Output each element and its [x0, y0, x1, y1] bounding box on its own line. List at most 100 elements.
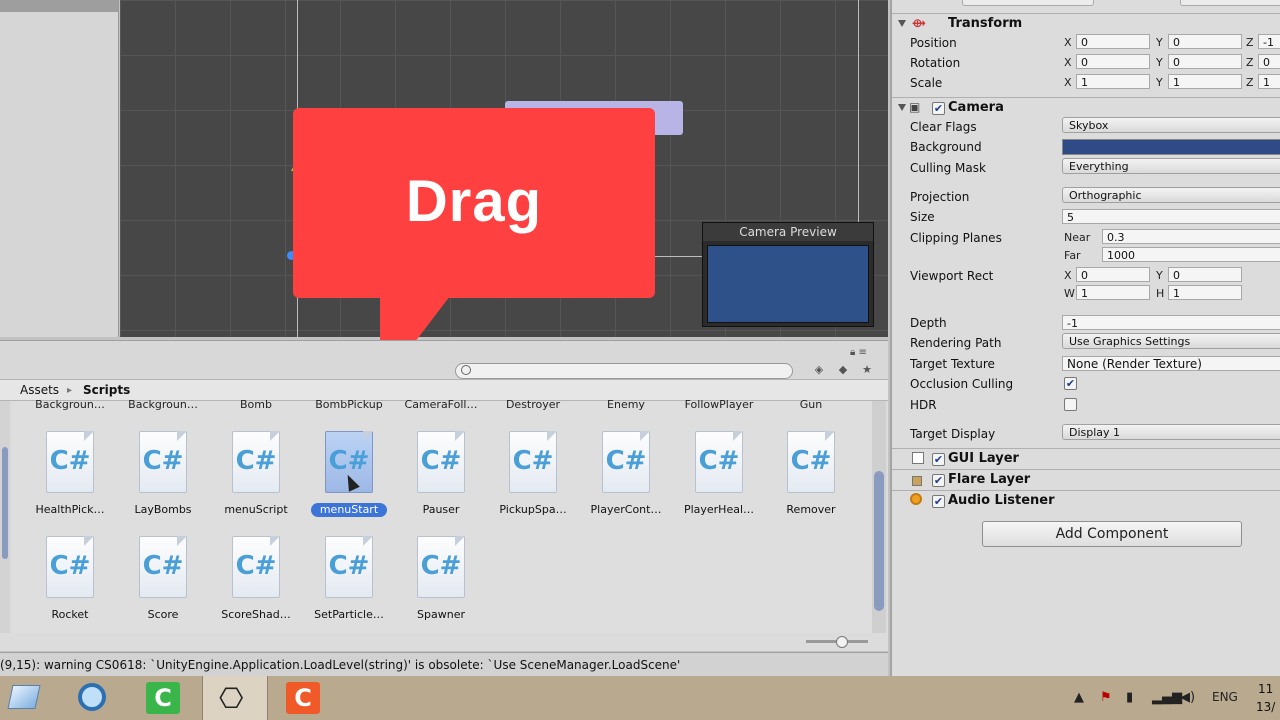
filter-by-type-icon[interactable]: ◈ — [810, 363, 828, 379]
gui-layer-checkbox[interactable]: ✔ — [932, 453, 945, 466]
tag-dropdown[interactable] — [962, 0, 1094, 6]
asset-label[interactable]: Bomb — [210, 398, 302, 411]
script-asset[interactable]: C# Rocket — [24, 536, 116, 636]
position-label: Position — [910, 36, 957, 50]
rendering-path-dropdown[interactable]: Use Graphics Settings — [1062, 333, 1280, 349]
asset-label[interactable]: BombPickup — [303, 398, 395, 411]
scale-y-field[interactable]: 1 — [1168, 74, 1242, 89]
clock-time[interactable]: 11 — [1258, 682, 1273, 696]
near-field[interactable]: 0.3 — [1102, 229, 1280, 244]
csharp-glyph: C# — [142, 446, 184, 476]
script-asset[interactable]: C# menuScript — [210, 431, 302, 531]
flare-layer-checkbox[interactable]: ✔ — [932, 474, 945, 487]
csharp-script-icon: C# — [417, 536, 465, 598]
transform-header[interactable]: ⟴ Transform — [892, 13, 1280, 34]
hdr-checkbox[interactable] — [1064, 398, 1077, 411]
battery-icon[interactable]: ▮ — [1126, 690, 1133, 705]
volume-icon[interactable]: ◀) — [1180, 690, 1195, 705]
rotation-x-field[interactable]: 0 — [1076, 54, 1150, 69]
projection-dropdown[interactable]: Orthographic — [1062, 187, 1280, 203]
viewport-w-field[interactable]: 1 — [1076, 285, 1150, 300]
script-asset[interactable]: C# HealthPick… — [24, 431, 116, 531]
scale-x-field[interactable]: 1 — [1076, 74, 1150, 89]
console-status-bar[interactable]: (9,15): warning CS0618: `UnityEngine.App… — [0, 652, 888, 677]
position-z-field[interactable]: -1 — [1258, 34, 1280, 49]
script-asset[interactable]: C# Pauser — [395, 431, 487, 531]
network-warning-icon[interactable]: ⚑ — [1100, 690, 1112, 705]
add-component-button[interactable]: Add Component — [982, 521, 1242, 547]
signal-icon[interactable]: ▂▄▆ — [1152, 690, 1182, 705]
csharp-glyph: C# — [235, 446, 277, 476]
flare-layer-header[interactable]: ✔ Flare Layer — [892, 469, 1280, 490]
target-display-dropdown[interactable]: Display 1 — [1062, 424, 1280, 440]
asset-label[interactable]: FollowPlayer — [673, 398, 765, 411]
filter-by-label-icon[interactable]: ◆ — [834, 363, 852, 379]
icon-size-slider[interactable] — [806, 636, 868, 648]
viewport-x-field[interactable]: 0 — [1076, 267, 1150, 282]
script-asset[interactable]: C# Spawner — [395, 536, 487, 636]
culling-mask-dropdown[interactable]: Everything — [1062, 158, 1280, 174]
search-input[interactable] — [455, 363, 793, 379]
taskbar-browser[interactable] — [62, 676, 126, 720]
script-asset[interactable]: C# PlayerCont… — [580, 431, 672, 531]
script-asset[interactable]: C# Score — [117, 536, 209, 636]
script-asset[interactable]: C# PlayerHeal… — [673, 431, 765, 531]
projection-label: Projection — [910, 190, 970, 204]
gui-layer-header[interactable]: ✔ GUI Layer — [892, 448, 1280, 469]
clock-date[interactable]: 13/ — [1256, 700, 1275, 714]
taskbar-unity[interactable]: ⎔ — [202, 676, 268, 720]
breadcrumb-separator-icon: ▸ — [67, 385, 73, 396]
rotation-z-field[interactable]: 0 — [1258, 54, 1280, 69]
far-field[interactable]: 1000 — [1102, 247, 1280, 262]
taskbar-file-explorer[interactable] — [0, 676, 64, 720]
occlusion-culling-checkbox[interactable]: ✔ — [1064, 377, 1077, 390]
script-asset[interactable]: C# Remover — [765, 431, 857, 531]
audio-listener-header[interactable]: ✔ Audio Listener — [892, 490, 1280, 511]
asset-label[interactable]: Gun — [765, 398, 857, 411]
asset-label[interactable]: Backgroun… — [24, 398, 116, 411]
position-x-field[interactable]: 0 — [1076, 34, 1150, 49]
viewport-h-field[interactable]: 1 — [1168, 285, 1242, 300]
lock-icon[interactable]: 🔒︎ ≡ — [850, 347, 867, 358]
target-texture-field[interactable]: None (Render Texture) — [1062, 356, 1280, 371]
script-asset[interactable]: C# ScoreShad… — [210, 536, 302, 636]
taskbar-camtasia-studio[interactable]: C — [272, 676, 336, 720]
audio-listener-checkbox[interactable]: ✔ — [932, 495, 945, 508]
audio-listener-title: Audio Listener — [948, 493, 1055, 508]
asset-label[interactable]: Enemy — [580, 398, 672, 411]
taskbar-camtasia-recorder[interactable]: C — [132, 676, 196, 720]
background-row: Background — [892, 137, 1280, 157]
foldout-icon[interactable] — [898, 104, 906, 111]
size-field[interactable]: 5 — [1062, 209, 1280, 224]
scale-row: Scale X 1 Y 1 Z 1 — [892, 73, 1280, 93]
asset-name: Pauser — [422, 503, 460, 516]
asset-label[interactable]: CameraFoll… — [395, 398, 487, 411]
asset-name: menuStart — [311, 503, 387, 517]
rendering-path-label: Rendering Path — [910, 336, 1002, 350]
background-color-swatch[interactable] — [1062, 139, 1280, 155]
language-indicator[interactable]: ENG — [1212, 690, 1238, 704]
csharp-glyph: C# — [605, 446, 647, 476]
position-y-field[interactable]: 0 — [1168, 34, 1242, 49]
foldout-icon[interactable] — [898, 20, 906, 27]
breadcrumb-scripts[interactable]: Scripts — [83, 383, 130, 397]
script-asset[interactable]: C# SetParticle… — [303, 536, 395, 636]
asset-grid-scrollbar[interactable] — [872, 401, 886, 633]
layer-dropdown[interactable] — [1180, 0, 1280, 6]
rotation-y-field[interactable]: 0 — [1168, 54, 1242, 69]
clear-flags-dropdown[interactable]: Skybox — [1062, 117, 1280, 133]
camera-enabled-checkbox[interactable]: ✔ — [932, 102, 945, 115]
script-asset[interactable]: C# LayBombs — [117, 431, 209, 531]
tray-expand-icon[interactable]: ▲ — [1074, 690, 1084, 705]
breadcrumb-assets[interactable]: Assets — [20, 383, 59, 397]
viewport-y-field[interactable]: 0 — [1168, 267, 1242, 282]
depth-field[interactable]: -1 — [1062, 315, 1280, 330]
asset-label[interactable]: Destroyer — [487, 398, 579, 411]
tree-scrollbar[interactable] — [0, 401, 10, 633]
favorites-star-icon[interactable]: ★ — [858, 363, 876, 379]
asset-label[interactable]: Backgroun… — [117, 398, 209, 411]
far-label: Far — [1064, 249, 1081, 262]
scale-z-field[interactable]: 1 — [1258, 74, 1280, 89]
script-asset[interactable]: C# PickupSpa… — [487, 431, 579, 531]
camera-header[interactable]: ▣ ✔ Camera — [892, 97, 1280, 118]
